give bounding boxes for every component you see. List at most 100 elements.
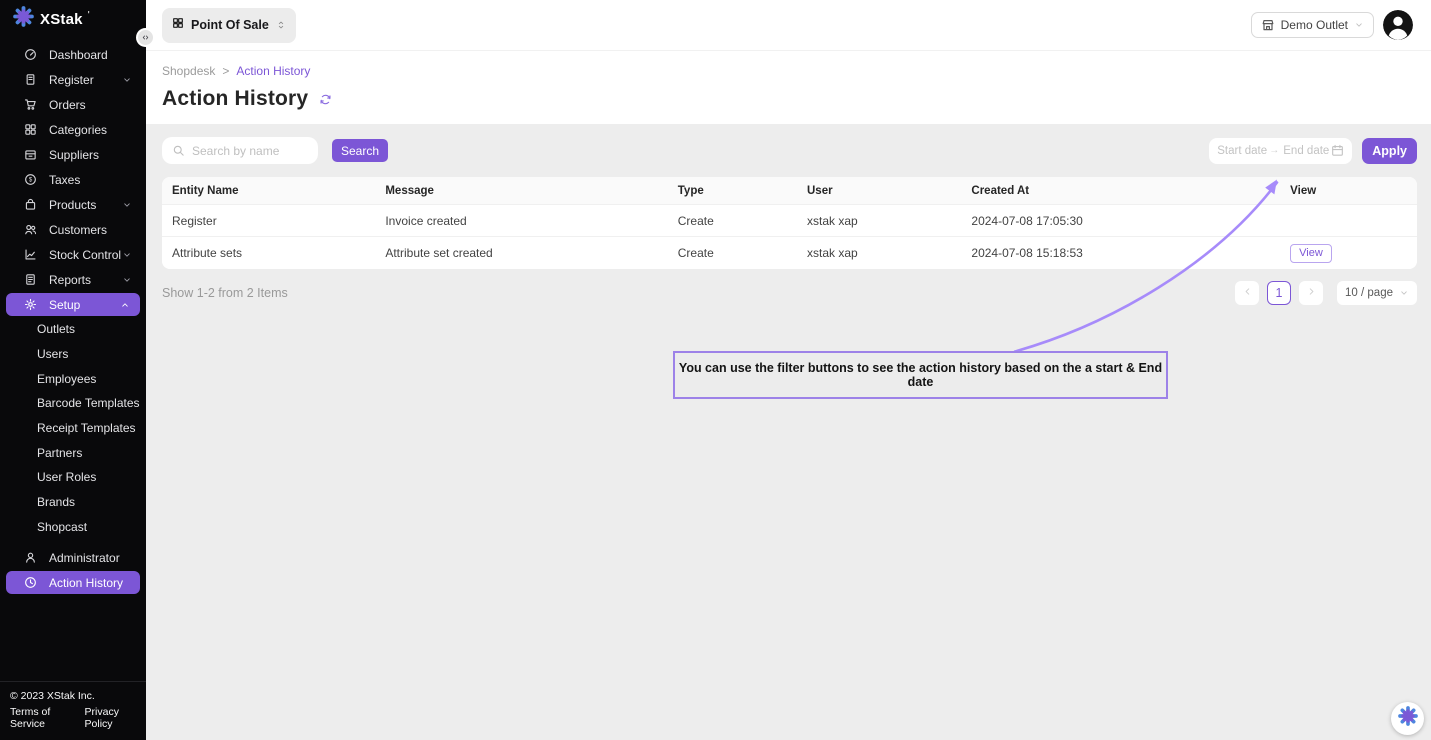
table-header-row: Entity NameMessageTypeUserCreated AtView	[162, 177, 1417, 205]
breadcrumb-parent[interactable]: Shopdesk	[162, 64, 215, 78]
suppliers-icon	[24, 148, 38, 161]
sidebar-item-orders[interactable]: Orders	[0, 92, 146, 117]
stock-control-icon	[24, 248, 38, 261]
sidebar-item-label: Taxes	[49, 173, 136, 187]
chevron-up-icon	[120, 300, 130, 310]
end-date-input[interactable]	[1283, 145, 1331, 157]
page-number-button[interactable]: 1	[1267, 281, 1291, 305]
sidebar-item-stock-control[interactable]: Stock Control	[0, 242, 146, 267]
sidebar-subitem-user-roles[interactable]: User Roles	[0, 465, 146, 490]
search-button[interactable]: Search	[332, 139, 388, 162]
taxes-icon: $	[24, 173, 38, 186]
reports-icon	[24, 273, 38, 286]
outlet-select[interactable]: Demo Outlet	[1251, 12, 1374, 38]
column-header-created-at: Created At	[961, 185, 1280, 197]
orders-icon	[24, 98, 38, 111]
sidebar-item-label: Register	[49, 73, 122, 87]
sidebar-item-products[interactable]: Products	[0, 192, 146, 217]
sidebar-subitem-barcode-templates[interactable]: Barcode Templates	[0, 391, 146, 416]
chevron-down-icon	[122, 75, 132, 85]
sidebar-item-register[interactable]: Register	[0, 67, 146, 92]
sidebar-item-setup[interactable]: Setup	[6, 293, 140, 316]
column-header-message: Message	[375, 185, 667, 197]
pagination-bar: Show 1-2 from 2 Items 1 10 / page	[162, 281, 1417, 305]
brand-logo-mark: '	[88, 10, 90, 21]
sidebar-item-customers[interactable]: Customers	[0, 217, 146, 242]
sidebar-item-label: Categories	[49, 123, 136, 137]
privacy-policy-link[interactable]: Privacy Policy	[85, 706, 136, 730]
sidebar-item-label: Orders	[49, 98, 136, 112]
search-icon	[172, 144, 185, 157]
sidebar-subitem-partners[interactable]: Partners	[0, 440, 146, 465]
filter-bar: Search → Apply	[146, 124, 1431, 164]
sidebar-subitem-brands[interactable]: Brands	[0, 490, 146, 515]
sidebar-item-label: Setup	[49, 298, 120, 312]
column-header-entity-name: Entity Name	[162, 185, 375, 197]
user-avatar[interactable]	[1383, 10, 1413, 40]
chat-widget-button[interactable]	[1391, 702, 1424, 735]
sidebar-subitem-users[interactable]: Users	[0, 342, 146, 367]
sidebar-subitem-employees[interactable]: Employees	[0, 366, 146, 391]
prev-page-button[interactable]	[1235, 281, 1259, 305]
chevron-left-icon	[1242, 284, 1253, 302]
calendar-icon[interactable]	[1331, 144, 1344, 157]
svg-text:$: $	[29, 178, 33, 184]
column-header-type: Type	[668, 185, 797, 197]
xstak-flower-icon	[13, 6, 34, 32]
refresh-icon[interactable]	[319, 93, 332, 106]
page-size-select[interactable]: 10 / page	[1337, 281, 1417, 305]
sidebar-item-reports[interactable]: Reports	[0, 267, 146, 292]
pagination-summary: Show 1-2 from 2 Items	[162, 286, 288, 300]
search-input[interactable]	[192, 144, 302, 158]
cell-entity-name: Register	[162, 214, 375, 228]
chevron-down-icon	[1354, 20, 1364, 30]
cell-created-at: 2024-07-08 17:05:30	[961, 214, 1280, 228]
action-history-table: Entity NameMessageTypeUserCreated AtView…	[162, 177, 1417, 269]
app-switcher-button[interactable]: Point Of Sale	[162, 8, 296, 43]
apply-button[interactable]: Apply	[1362, 138, 1417, 164]
cell-created-at: 2024-07-08 15:18:53	[961, 246, 1280, 260]
cell-user: xstak xap	[797, 214, 961, 228]
sidebar-collapse-button[interactable]	[138, 30, 153, 45]
sidebar-item-label: Action History	[49, 576, 134, 590]
customers-icon	[24, 223, 38, 236]
page-header: Shopdesk > Action History Action History	[146, 51, 1431, 124]
sidebar-subitem-outlets[interactable]: Outlets	[0, 317, 146, 342]
view-button[interactable]: View	[1290, 244, 1332, 263]
table-row: Attribute setsAttribute set createdCreat…	[162, 237, 1417, 269]
dashboard-icon	[24, 48, 38, 61]
brand-logo[interactable]: XStak'	[0, 0, 146, 36]
action-history-icon	[24, 576, 38, 589]
setup-icon	[24, 298, 38, 311]
start-date-input[interactable]	[1217, 145, 1269, 157]
sidebar-nav: Dashboard Register Orders Categories Supplie…	[0, 36, 146, 317]
sidebar-item-taxes[interactable]: $ Taxes	[0, 167, 146, 192]
sidebar-footer: © 2023 XStak Inc. Terms of Service Priva…	[0, 681, 146, 740]
cell-view: View	[1280, 244, 1417, 263]
content-area: Search → Apply Entity NameMessageTypeUse…	[146, 124, 1431, 740]
sidebar-item-categories[interactable]: Categories	[0, 117, 146, 142]
column-header-user: User	[797, 185, 961, 197]
next-page-button[interactable]	[1299, 281, 1323, 305]
sidebar-setup-submenu: OutletsUsersEmployeesBarcode TemplatesRe…	[0, 317, 146, 539]
cell-entity-name: Attribute sets	[162, 246, 375, 260]
sidebar-item-dashboard[interactable]: Dashboard	[0, 42, 146, 67]
register-icon	[24, 73, 38, 86]
sidebar-item-action-history[interactable]: Action History	[6, 571, 140, 594]
chevron-down-icon	[1399, 288, 1409, 298]
sidebar-subitem-shopcast[interactable]: Shopcast	[0, 515, 146, 540]
sidebar-item-label: Dashboard	[49, 48, 136, 62]
chevron-down-icon	[122, 275, 132, 285]
topbar: Point Of Sale Demo Outlet	[146, 0, 1431, 51]
table-body: RegisterInvoice createdCreatexstak xap20…	[162, 205, 1417, 269]
categories-icon	[24, 123, 38, 136]
app-root: XStak' Dashboard Register Orders Categories…	[0, 0, 1431, 740]
sidebar-item-suppliers[interactable]: Suppliers	[0, 142, 146, 167]
sidebar-bottom-nav: Administrator Action History	[0, 539, 146, 595]
breadcrumb-separator: >	[222, 64, 229, 78]
sidebar-item-administrator[interactable]: Administrator	[0, 545, 146, 570]
sidebar-item-label: Administrator	[49, 551, 136, 565]
collapse-icon	[141, 29, 150, 47]
terms-of-service-link[interactable]: Terms of Service	[10, 706, 72, 730]
sidebar-subitem-receipt-templates[interactable]: Receipt Templates	[0, 416, 146, 441]
